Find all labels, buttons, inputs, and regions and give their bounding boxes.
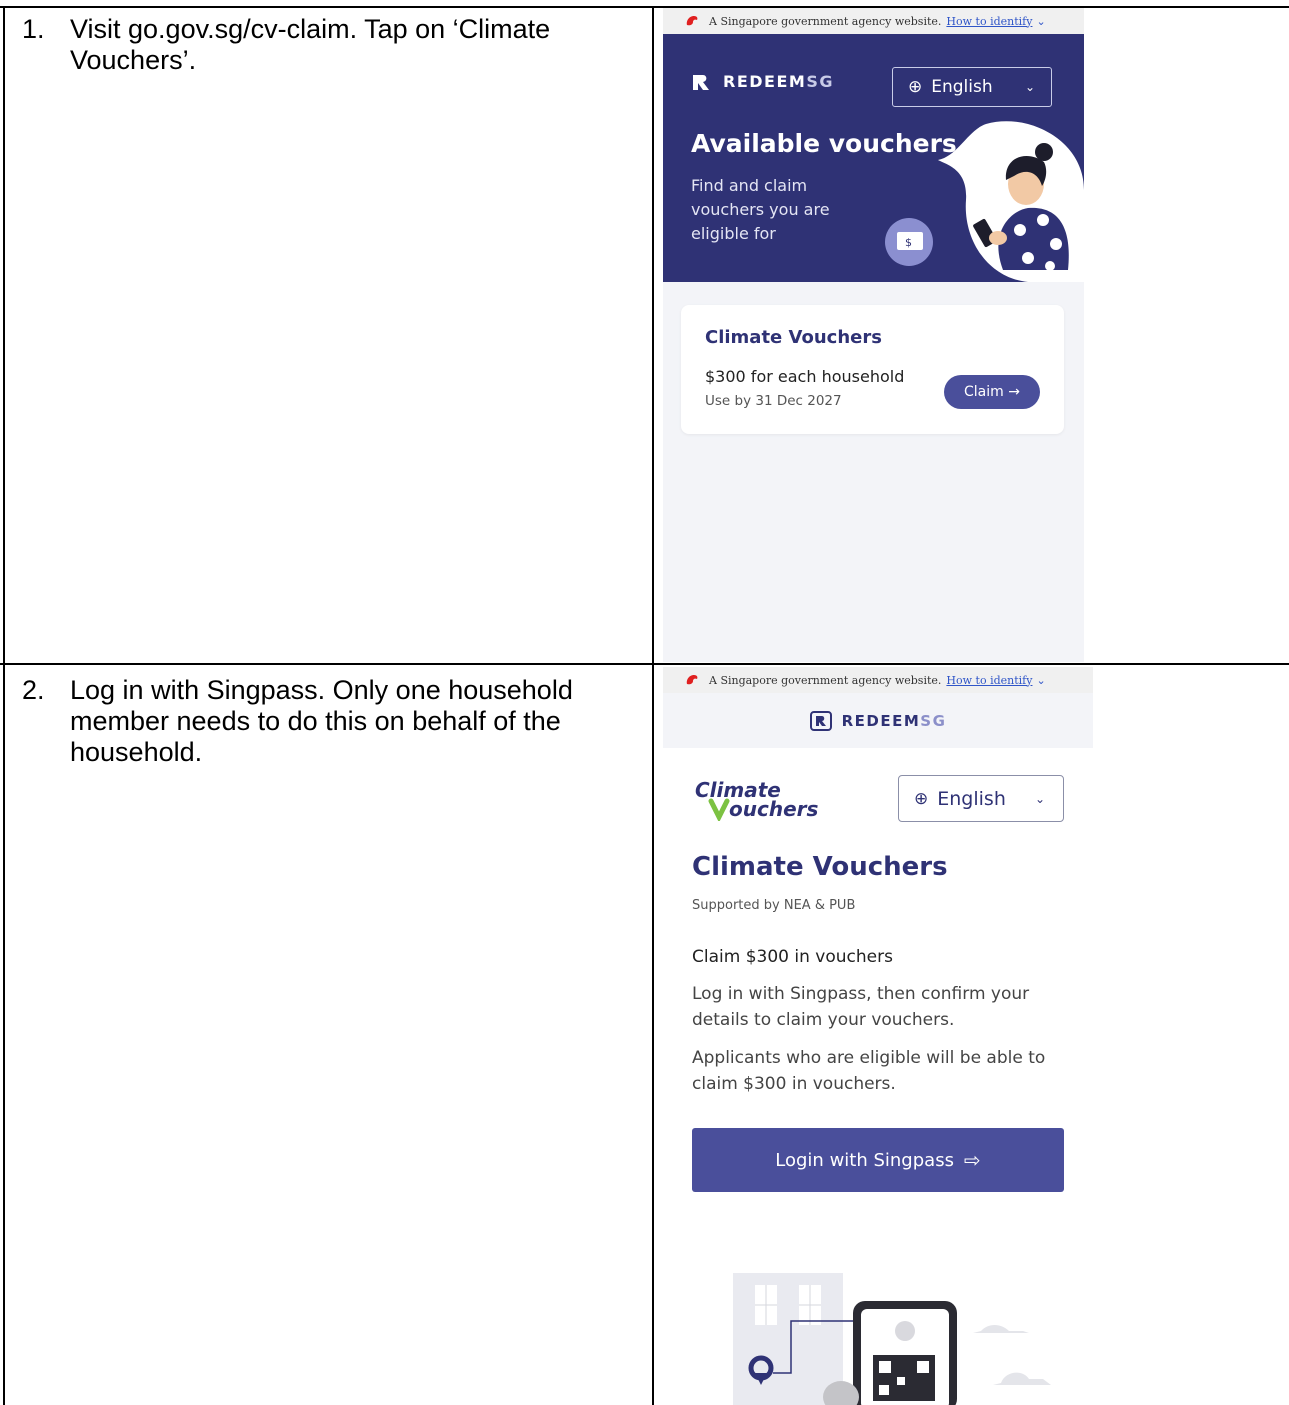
language-select[interactable]: ⊕ English ⌄ [892,67,1052,107]
step-number: 1. [22,14,45,44]
globe-icon: ⊕ [914,788,929,809]
card-amount: $300 for each household [705,367,905,386]
chevron-down-icon[interactable]: ⌄ [1036,15,1045,28]
lion-head-icon [686,16,698,26]
login-with-singpass-button[interactable]: Login with Singpass ⇨ [692,1128,1064,1192]
table-top-rule [0,6,1289,8]
redeemsg-vouchers-screenshot: A Singapore government agency website. H… [663,8,1084,662]
supported-by-text: Supported by NEA & PUB [692,898,856,913]
language-label: English [937,787,1006,810]
redeemsg-logo-icon [693,74,709,90]
table-left-rule [3,6,5,1405]
how-to-identify-link[interactable]: How to identify [946,674,1032,687]
card-title: Climate Vouchers [705,327,882,348]
language-label: English [931,77,993,97]
table-mid-rule [0,663,1289,665]
gov-banner-text: A Singapore government agency website. [709,14,942,28]
climate-vouchers-card[interactable]: Climate Vouchers $300 for each household… [681,305,1064,434]
redeemsg-header: REDEEM SG [663,693,1093,748]
step-text: Log in with Singpass. Only one household… [70,675,573,767]
redeemsg-logo-icon [809,710,832,731]
svg-text:$: $ [905,236,912,249]
hero-banner: REDEEM SG ⊕ English ⌄ Available vouchers … [663,34,1084,282]
climate-vouchers-login-screenshot: A Singapore government agency website. H… [663,667,1093,1405]
gov-banner: A Singapore government agency website. H… [663,8,1084,34]
claim-button[interactable]: Claim → [944,375,1040,409]
climate-vouchers-logo: Climate ouchers [695,778,819,821]
login-arrow-icon: ⇨ [963,1148,981,1172]
gov-banner-text: A Singapore government agency website. [709,673,942,687]
step-text: Visit go.gov.sg/cv-claim. Tap on ‘Climat… [70,14,551,75]
chevron-down-icon: ⌄ [1024,80,1035,94]
gov-banner: A Singapore government agency website. H… [663,667,1093,693]
chevron-down-icon[interactable]: ⌄ [1036,674,1045,687]
woman-with-phone-illustration: $ [885,121,1084,282]
globe-icon: ⊕ [908,77,923,97]
page-subtitle: Find and claim vouchers you are eligible… [691,176,830,243]
card-expiry: Use by 31 Dec 2027 [705,393,842,409]
redeemsg-logo: REDEEM SG [691,72,834,91]
claim-heading: Claim $300 in vouchers [692,947,893,967]
how-to-identify-link[interactable]: How to identify [946,15,1032,28]
chevron-down-icon: ⌄ [1034,791,1045,806]
table-col-rule [652,6,654,1405]
svg-text:ouchers: ouchers [729,797,819,821]
language-select[interactable]: ⊕ English ⌄ [898,775,1064,822]
page-title: Climate Vouchers [692,852,948,882]
step-number: 2. [22,675,45,705]
instructions-text: Log in with Singpass, then confirm your … [692,984,1030,1030]
eligibility-text: Applicants who are eligible will be able… [692,1048,1046,1094]
login-button-label: Login with Singpass [775,1149,954,1171]
redeemsg-logo-text: REDEEM [841,711,921,730]
singpass-qr-illustration [733,1273,1051,1405]
lion-head-icon [686,675,698,685]
